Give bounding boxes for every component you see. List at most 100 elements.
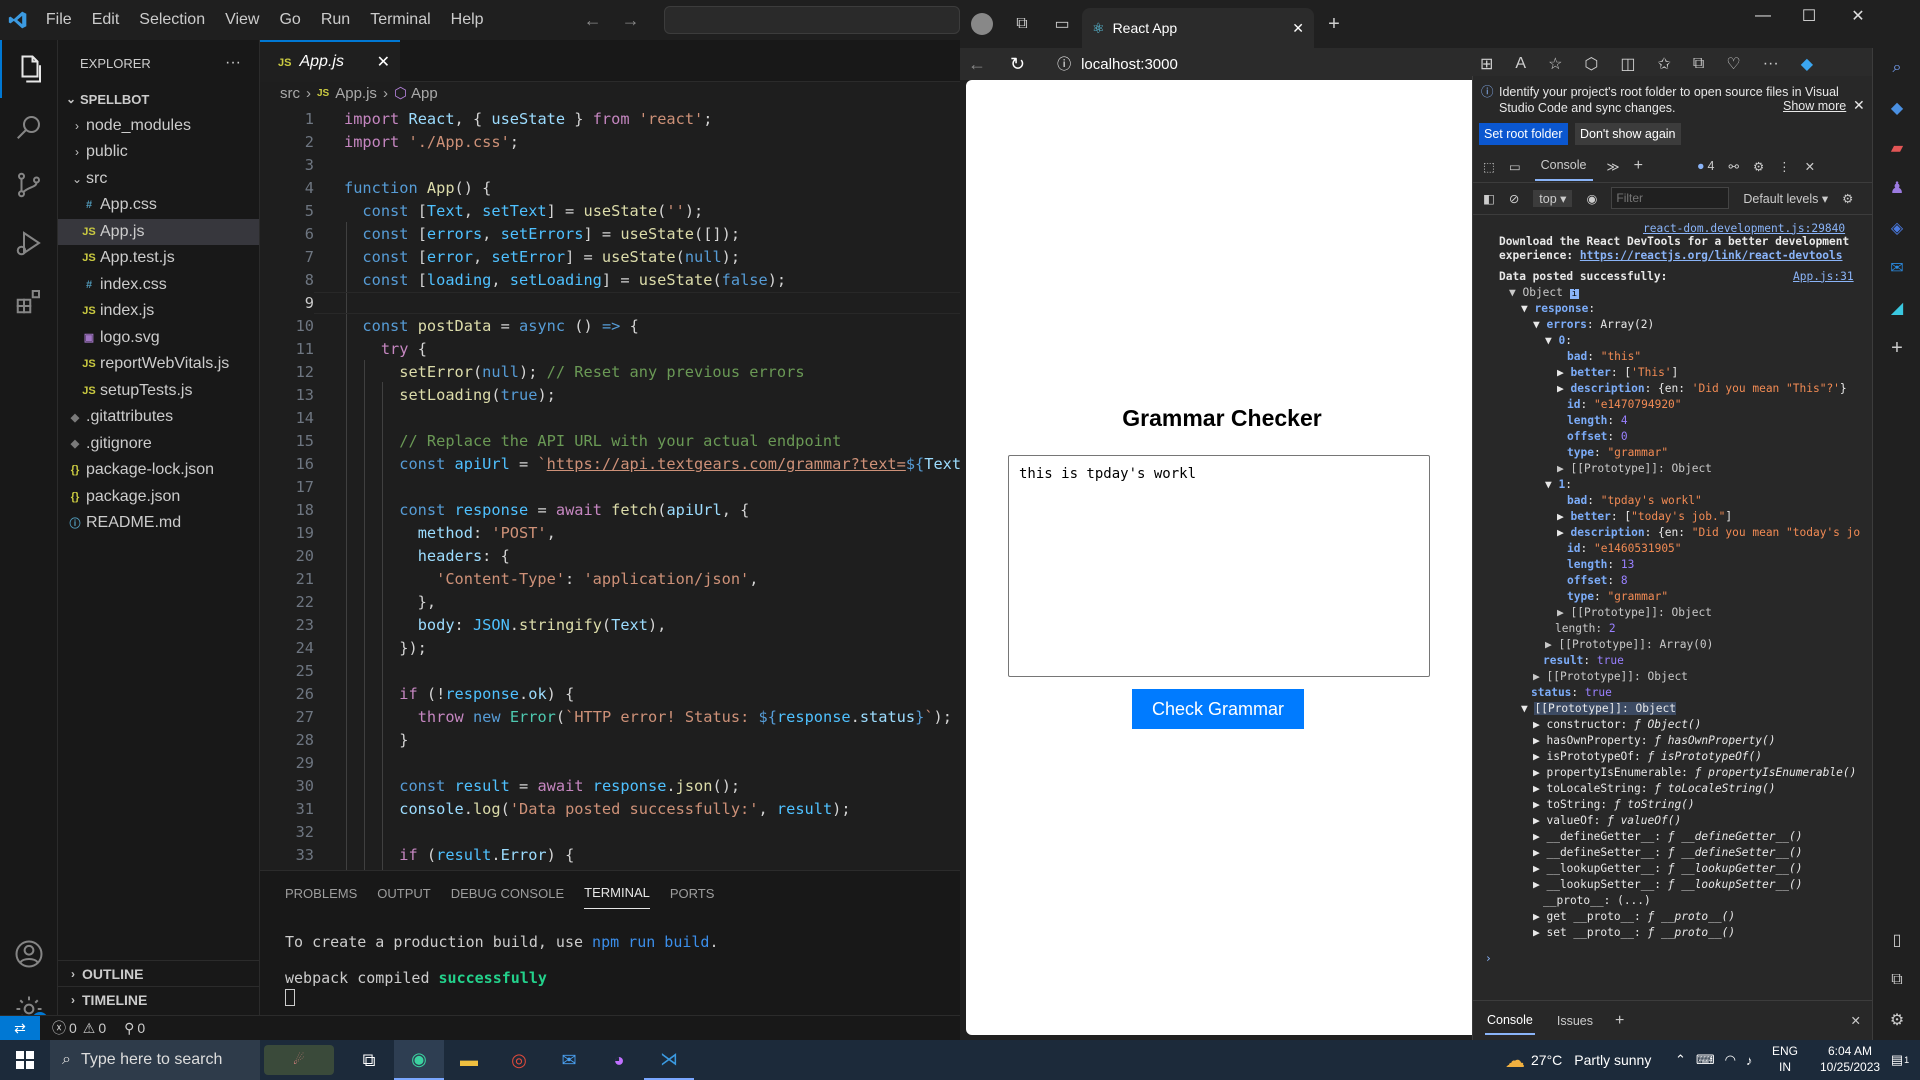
error-icon[interactable]: ⓧ bbox=[52, 1018, 66, 1038]
back-icon[interactable]: ← bbox=[968, 54, 986, 75]
tree-item[interactable]: {} package.json bbox=[58, 484, 259, 511]
mail-icon[interactable]: ✉ bbox=[544, 1040, 594, 1080]
console-prompt[interactable]: › bbox=[1485, 951, 1492, 966]
chrome-icon[interactable]: ◎ bbox=[494, 1040, 544, 1080]
devtools-close-icon[interactable]: ✕ bbox=[1805, 159, 1815, 174]
log-levels-dropdown[interactable]: Default levels ▾ bbox=[1743, 191, 1828, 206]
drawer-tab-console[interactable]: Console bbox=[1485, 1007, 1535, 1035]
outline-section[interactable]: › OUTLINE bbox=[58, 960, 260, 986]
live-expression-icon[interactable]: ◉ bbox=[1586, 191, 1597, 206]
tree-item[interactable]: ◆ .gitignore bbox=[58, 431, 259, 458]
tree-node[interactable]: ▼ response: bbox=[1521, 301, 1595, 316]
drawer-add-icon[interactable]: + bbox=[1615, 1012, 1624, 1030]
tree-node[interactable]: ▶ propertyIsEnumerable: ƒ propertyIsEnum… bbox=[1533, 765, 1856, 780]
sidebar-toggle-icon[interactable]: ◧ bbox=[1483, 191, 1495, 206]
menu-terminal[interactable]: Terminal bbox=[360, 0, 440, 40]
devtools-link[interactable]: https://reactjs.org/link/react-devtools bbox=[1580, 249, 1843, 262]
tab-actions-icon[interactable]: ▭ bbox=[1042, 4, 1082, 44]
tab-console[interactable]: Console bbox=[1534, 151, 1593, 182]
tree-node[interactable]: ▼ 0: bbox=[1545, 333, 1572, 348]
terminal-cursor[interactable] bbox=[260, 989, 960, 1010]
command-center[interactable] bbox=[663, 6, 960, 34]
tree-node[interactable]: ▼ errors: Array(2) bbox=[1533, 317, 1654, 332]
forward-arrow-icon[interactable]: → bbox=[612, 10, 650, 31]
workspaces-icon[interactable]: ⧉ bbox=[1002, 4, 1042, 44]
windows-start-icon[interactable] bbox=[0, 1040, 50, 1080]
tree-item[interactable]: ⓘ README.md bbox=[58, 510, 259, 537]
dont-show-again-button[interactable]: Don't show again bbox=[1575, 122, 1681, 145]
tree-item[interactable]: JS reportWebVitals.js bbox=[58, 351, 259, 378]
tree-node[interactable]: ▶ hasOwnProperty: ƒ hasOwnProperty() bbox=[1533, 733, 1776, 748]
menu-selection[interactable]: Selection bbox=[129, 0, 215, 40]
tree-node[interactable]: ▶ toLocaleString: ƒ toLocaleString() bbox=[1533, 781, 1776, 796]
wifi-icon[interactable]: ◠ bbox=[1725, 1052, 1736, 1068]
extensions-icon[interactable]: ⬡ bbox=[1584, 54, 1598, 74]
add-sidebar-app-icon[interactable]: + bbox=[1873, 328, 1920, 368]
games-icon[interactable]: ◈ bbox=[1873, 208, 1920, 248]
tree-node[interactable]: ▶ set __proto__: ƒ __proto__() bbox=[1533, 925, 1735, 940]
window-close-icon[interactable]: ✕ bbox=[1832, 0, 1884, 32]
favorite-star-icon[interactable]: ☆ bbox=[1548, 54, 1562, 74]
close-icon[interactable]: ✕ bbox=[377, 52, 390, 72]
issues-icon[interactable]: ● 4 bbox=[1697, 159, 1715, 173]
tab-ports[interactable]: PORTS bbox=[670, 878, 715, 909]
minimize-icon[interactable]: — bbox=[1740, 0, 1786, 32]
drop-icon[interactable]: ◢ bbox=[1873, 288, 1920, 328]
tree-node[interactable]: ▶ [[Prototype]]: Object bbox=[1557, 605, 1712, 620]
menu-view[interactable]: View bbox=[215, 0, 269, 40]
read-aloud-icon[interactable]: A bbox=[1515, 55, 1526, 73]
remote-icon[interactable]: ⇄ bbox=[0, 1015, 40, 1041]
tree-item[interactable]: › node_modules bbox=[58, 113, 259, 140]
context-selector[interactable]: top ▾ bbox=[1533, 189, 1573, 207]
warning-icon[interactable]: ⚠ bbox=[83, 1020, 96, 1037]
run-debug-icon[interactable] bbox=[0, 214, 58, 272]
set-root-folder-button[interactable]: Set root folder bbox=[1479, 122, 1568, 145]
site-info-icon[interactable]: ⓘ bbox=[1057, 54, 1071, 74]
console-settings-icon[interactable]: ⚙ bbox=[1842, 191, 1853, 206]
vscode-taskbar-icon[interactable]: ⋊ bbox=[644, 1040, 694, 1080]
menu-file[interactable]: File bbox=[36, 0, 82, 40]
devtools-settings-icon[interactable]: ⚙ bbox=[1753, 159, 1764, 174]
split-screen-icon[interactable]: ◫ bbox=[1620, 54, 1635, 74]
grammar-textarea[interactable]: this is tpday's workl bbox=[1008, 455, 1430, 677]
tree-item[interactable]: JS setupTests.js bbox=[58, 378, 259, 405]
console-filter-input[interactable] bbox=[1611, 187, 1730, 210]
menu-help[interactable]: Help bbox=[441, 0, 494, 40]
settings-more-icon[interactable]: ··· bbox=[1763, 55, 1779, 73]
menu-run[interactable]: Run bbox=[311, 0, 360, 40]
breadcrumb-file[interactable]: App.js bbox=[335, 85, 377, 102]
new-tab-icon[interactable]: + bbox=[1314, 4, 1354, 44]
tools-icon[interactable]: ♟ bbox=[1873, 168, 1920, 208]
edge-taskbar-icon[interactable]: ◉ bbox=[394, 1040, 444, 1080]
chevron-up-icon[interactable]: ⌃ bbox=[1675, 1052, 1686, 1068]
code-editor[interactable]: 1 import React, { useState } from 'react… bbox=[260, 110, 960, 910]
taskbar-search[interactable]: ⌕ Type here to search bbox=[50, 1040, 260, 1080]
search-icon[interactable]: ⌕ bbox=[1873, 48, 1920, 88]
tree-node[interactable]: ▶ better: ['This'] bbox=[1557, 365, 1678, 380]
task-view-icon[interactable]: ⧉ bbox=[344, 1040, 394, 1080]
timeline-section[interactable]: › TIMELINE bbox=[58, 986, 260, 1012]
search-icon[interactable] bbox=[0, 98, 58, 156]
breadcrumb-symbol[interactable]: App bbox=[411, 85, 438, 102]
close-tab-icon[interactable]: ✕ bbox=[1292, 20, 1304, 37]
clear-console-icon[interactable]: ⊘ bbox=[1509, 191, 1519, 206]
extensions-icon[interactable] bbox=[0, 272, 58, 330]
tree-node[interactable]: ▶ [[Prototype]]: Array(0) bbox=[1545, 637, 1713, 652]
tree-node[interactable]: ▶ description: {en: 'Did you mean "This"… bbox=[1557, 381, 1847, 396]
menu-edit[interactable]: Edit bbox=[82, 0, 130, 40]
tree-node[interactable]: ▶ isPrototypeOf: ƒ isPrototypeOf() bbox=[1533, 749, 1762, 764]
maximize-icon[interactable]: ☐ bbox=[1786, 0, 1832, 32]
address-bar[interactable]: ← ↻ ⓘ localhost:3000 bbox=[968, 48, 1178, 80]
github-desktop-icon[interactable]: ◕ bbox=[594, 1040, 644, 1080]
tree-node[interactable]: ▶ [[Prototype]]: Object bbox=[1533, 669, 1688, 684]
tree-node[interactable]: ▼ 1: bbox=[1545, 477, 1572, 492]
drawer-close-icon[interactable]: ✕ bbox=[1851, 1013, 1861, 1028]
copilot-sidebar-icon[interactable]: ◆ bbox=[1873, 88, 1920, 128]
tree-node[interactable]: ▶ constructor: ƒ Object() bbox=[1533, 717, 1701, 732]
menu-go[interactable]: Go bbox=[269, 0, 310, 40]
tree-node[interactable]: __proto__: (...) bbox=[1543, 893, 1651, 908]
search-highlight-icon[interactable]: ☄ bbox=[264, 1045, 334, 1075]
more-actions-icon[interactable]: ··· bbox=[225, 54, 241, 72]
tree-item[interactable]: › public bbox=[58, 139, 259, 166]
device-emulation-icon[interactable]: ▭ bbox=[1509, 159, 1521, 174]
